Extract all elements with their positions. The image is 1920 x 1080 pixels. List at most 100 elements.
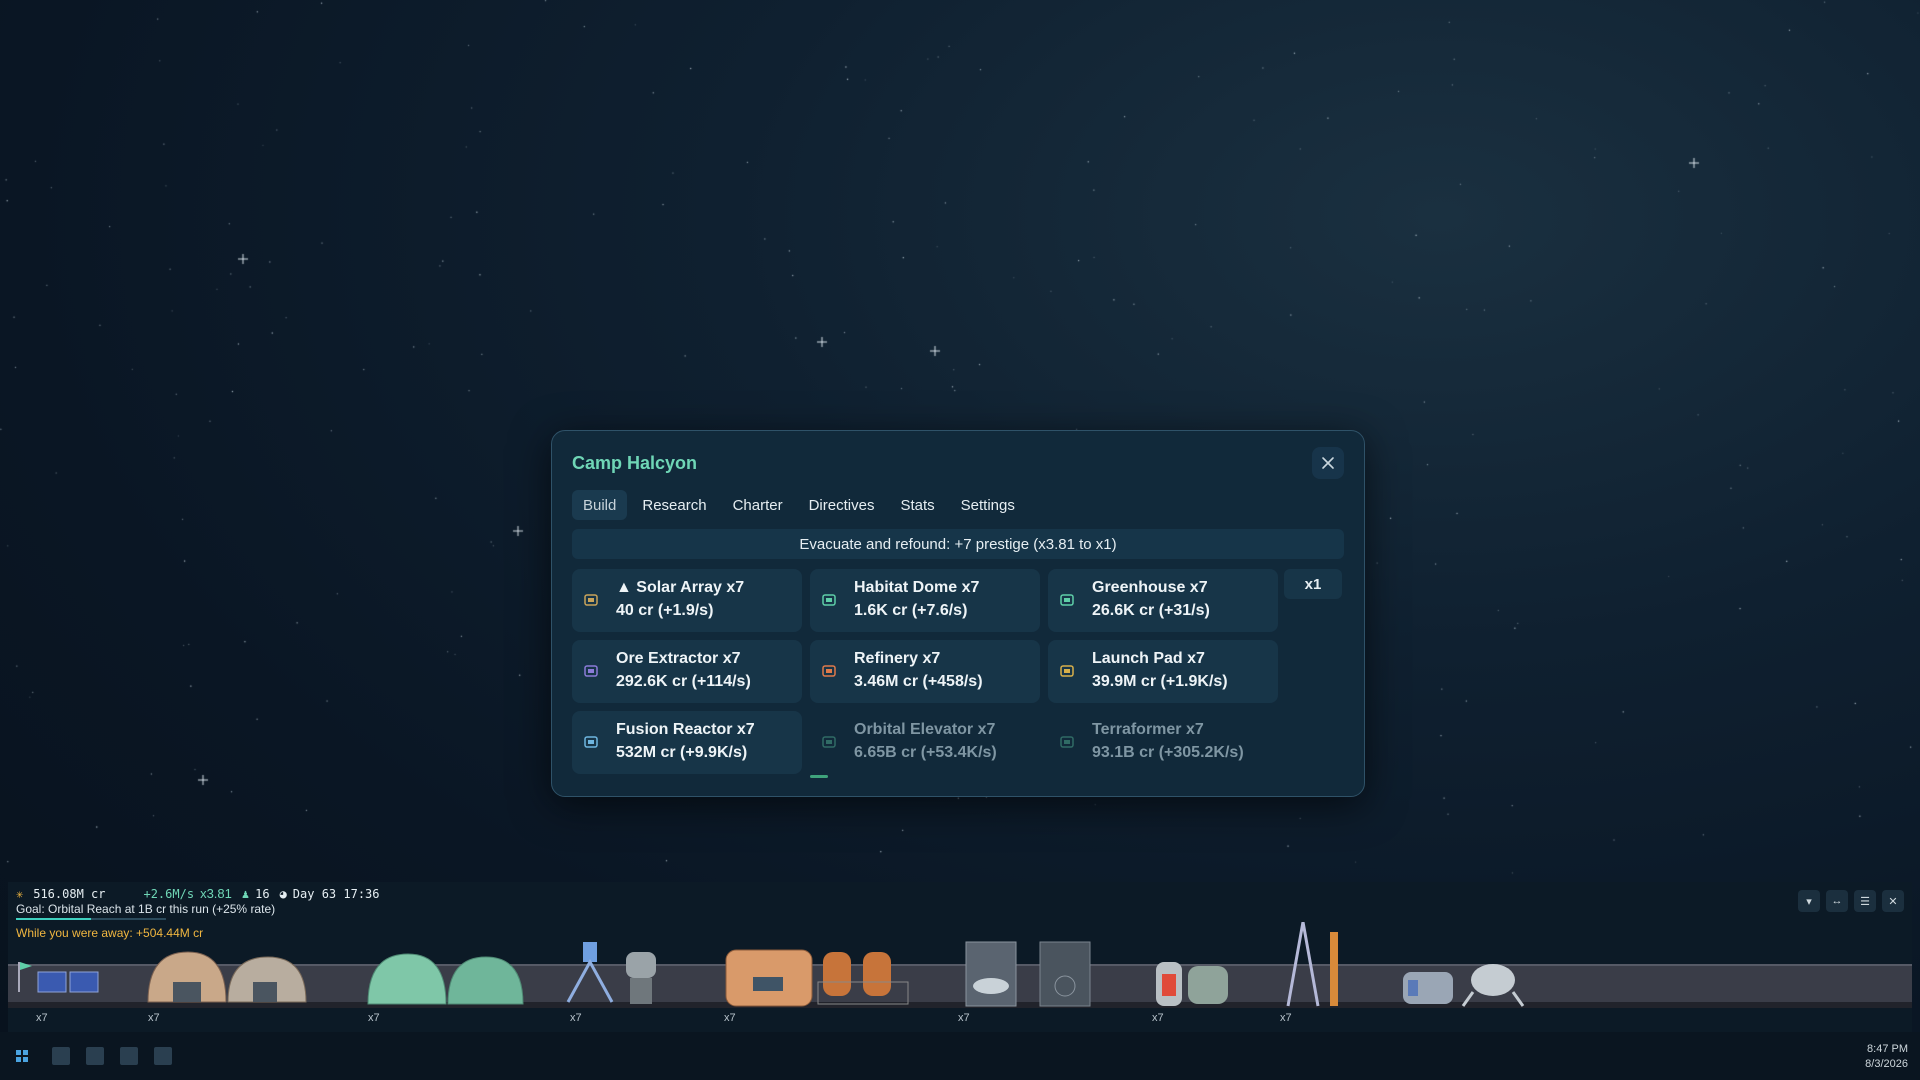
orbital-elevator-sprite <box>1286 922 1320 1007</box>
building-card-elevator: Orbital Elevator x7 6.65B cr (+53.4K/s) <box>810 711 1040 778</box>
buy-multiplier-button[interactable]: x1 <box>1284 569 1342 599</box>
colony-controls: ▾ ↔ ☰ ✕ <box>1798 890 1904 912</box>
orbital-elevator-sprite <box>1330 932 1338 1006</box>
resource-hud: ✳ 516.08M cr +2.6M/s x3.81 ♟ 16 ◕ Day 63… <box>16 886 380 901</box>
tanks-sprite <box>817 952 909 1005</box>
count-label: x7 <box>958 1012 970 1024</box>
building-cost: 1.6K cr (+7.6/s) <box>854 602 968 619</box>
solar-panel-icon <box>584 594 598 606</box>
tab-charter[interactable]: Charter <box>722 490 794 520</box>
close-button[interactable] <box>1312 447 1344 479</box>
building-card-terraformer: Terraformer x7 93.1B cr (+305.2K/s) <box>1048 711 1278 774</box>
building-cost: 532M cr (+9.9K/s) <box>616 744 748 761</box>
credits-icon: ✳ <box>16 886 24 901</box>
count-label: x7 <box>148 1012 160 1024</box>
refinery-icon <box>822 665 836 677</box>
colonist-icon: ♟ <box>241 886 250 901</box>
building-card-launch-pad[interactable]: Launch Pad x7 39.9M cr (+1.9K/s) <box>1048 640 1278 703</box>
tab-research[interactable]: Research <box>631 490 717 520</box>
building-card-greenhouse[interactable]: Greenhouse x7 26.6K cr (+31/s) <box>1048 569 1278 632</box>
building-grid: ▲ Solar Array x7 40 cr (+1.9/s) Habitat Do… <box>572 569 1278 778</box>
building-card-solar-panel[interactable]: ▲ Solar Array x7 40 cr (+1.9/s) <box>572 569 802 632</box>
building-name: Greenhouse x7 <box>1092 579 1208 596</box>
colony-build-window: Camp Halcyon Build Research Charter Dire… <box>551 430 1365 797</box>
taskbar-app-icon[interactable] <box>154 1047 172 1065</box>
building-name: Orbital Elevator x7 <box>854 721 996 738</box>
credits-value: 516.08M cr <box>33 886 106 901</box>
refinery-sprite <box>725 949 813 1007</box>
reactor-icon <box>584 736 598 748</box>
greenhouse-sprite <box>367 953 447 1005</box>
goal-text: Goal: Orbital Reach at 1B cr this run (+… <box>16 902 276 916</box>
taskbar-app-icon[interactable] <box>120 1047 138 1065</box>
tab-bar: Build Research Charter Directives Stats … <box>572 490 1026 520</box>
solar-array-sprite <box>37 971 99 993</box>
collapse-button[interactable]: ▾ <box>1798 890 1820 912</box>
building-card-dome[interactable]: Habitat Dome x7 1.6K cr (+7.6/s) <box>810 569 1040 632</box>
building-name: Terraformer x7 <box>1092 721 1204 738</box>
building-cost: 93.1B cr (+305.2K/s) <box>1092 744 1244 761</box>
launch-pad-icon <box>1060 665 1074 677</box>
terraformer-sprite <box>1403 972 1453 1004</box>
colonist-count: 16 <box>255 886 270 901</box>
drill-icon <box>584 665 598 677</box>
fusion-reactor-sprite <box>1156 962 1182 1006</box>
building-name: Refinery x7 <box>854 650 941 667</box>
count-label: x7 <box>1152 1012 1164 1024</box>
terraformer-icon <box>1060 736 1074 748</box>
greenhouse-icon <box>1060 594 1074 606</box>
building-cost: 40 cr (+1.9/s) <box>616 602 714 619</box>
dome-icon <box>822 594 836 606</box>
building-name: Ore Extractor x7 <box>616 650 741 667</box>
tab-settings[interactable]: Settings <box>950 490 1026 520</box>
menu-button[interactable]: ☰ <box>1854 890 1876 912</box>
close-strip-button[interactable]: ✕ <box>1882 890 1904 912</box>
taskbar-app-icon[interactable] <box>86 1047 104 1065</box>
building-name: Fusion Reactor x7 <box>616 721 755 738</box>
tab-build[interactable]: Build <box>572 490 628 520</box>
taskbar-app-icon[interactable] <box>52 1047 70 1065</box>
colony-buildings-art <box>18 922 1525 1007</box>
tab-stats[interactable]: Stats <box>889 490 945 520</box>
system-clock: 8:47 PM 8/3/2026 <box>1865 1042 1908 1072</box>
count-label: x7 <box>1280 1012 1292 1024</box>
water-tower-sprite <box>626 952 656 1004</box>
building-card-reactor[interactable]: Fusion Reactor x7 532M cr (+9.9K/s) <box>572 711 802 774</box>
reactor-core-sprite <box>1188 966 1228 1004</box>
building-cost: 26.6K cr (+31/s) <box>1092 602 1210 619</box>
goal-progress-bar <box>16 918 166 920</box>
building-name: ▲ Solar Array x7 <box>616 579 745 596</box>
launch-pad-sprite <box>1039 941 1091 1007</box>
terraformer-sprite <box>1461 964 1525 1007</box>
building-cost: 6.65B cr (+53.4K/s) <box>854 744 997 761</box>
count-label: x7 <box>570 1012 582 1024</box>
elevator-icon <box>822 736 836 748</box>
building-card-drill[interactable]: Ore Extractor x7 292.6K cr (+114/s) <box>572 640 802 703</box>
clock-icon: ◕ <box>279 886 287 901</box>
building-count-labels: x7 x7 x7 x7 x7 x7 x7 x7 <box>8 1012 1912 1026</box>
taskbar: 8:47 PM 8/3/2026 <box>0 1032 1920 1080</box>
greenhouse-sprite <box>447 956 524 1005</box>
habitat-dome-sprite <box>227 956 307 1003</box>
evacuate-prestige-button[interactable]: Evacuate and refound: +7 prestige (x3.81… <box>572 529 1344 559</box>
building-cost: 3.46M cr (+458/s) <box>854 673 983 690</box>
day-time: Day 63 17:36 <box>292 886 380 901</box>
building-card-refinery[interactable]: Refinery x7 3.46M cr (+458/s) <box>810 640 1040 703</box>
close-icon <box>1322 457 1334 469</box>
count-label: x7 <box>36 1012 48 1024</box>
building-name: Habitat Dome x7 <box>854 579 980 596</box>
launch-pad-sprite <box>965 941 1017 1007</box>
building-cost: 292.6K cr (+114/s) <box>616 673 751 690</box>
resize-button[interactable]: ↔ <box>1826 890 1848 912</box>
count-label: x7 <box>724 1012 736 1024</box>
building-name: Launch Pad x7 <box>1092 650 1205 667</box>
building-cost: 39.9M cr (+1.9K/s) <box>1092 673 1228 690</box>
income-rate: +2.6M/s <box>143 886 195 901</box>
prestige-multiplier: x3.81 <box>200 886 232 901</box>
tab-directives[interactable]: Directives <box>798 490 886 520</box>
unlock-progress-bar <box>810 775 829 778</box>
flag-icon <box>18 962 32 992</box>
habitat-dome-sprite <box>147 951 227 1003</box>
ore-extractor-sprite <box>566 942 614 1003</box>
start-menu-icon[interactable] <box>16 1050 28 1062</box>
